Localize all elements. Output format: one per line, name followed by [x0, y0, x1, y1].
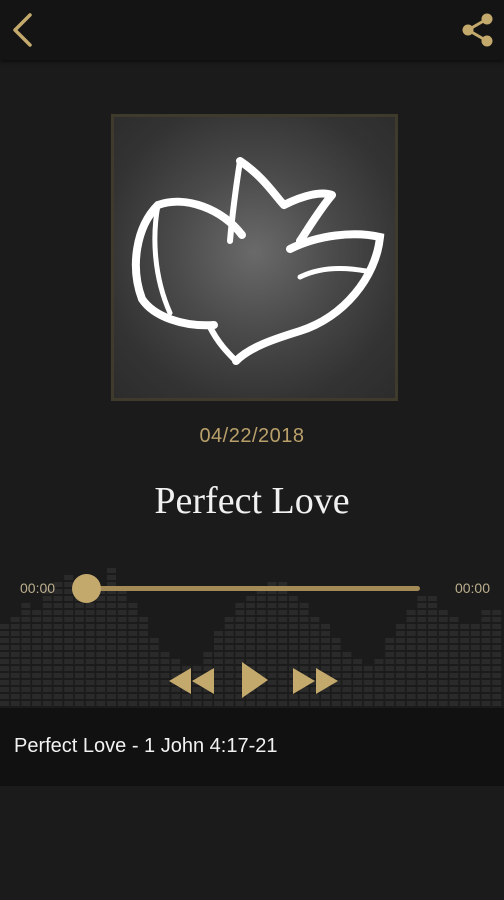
share-button[interactable] [460, 12, 496, 48]
rewind-button[interactable] [169, 668, 215, 699]
play-icon [242, 662, 268, 698]
rewind-icon [169, 668, 214, 694]
fast-forward-button[interactable] [292, 668, 338, 699]
seek-bar-track[interactable] [86, 586, 420, 591]
sermon-artwork [111, 114, 398, 401]
fast-forward-icon [293, 668, 338, 694]
back-button[interactable] [6, 10, 40, 50]
play-button[interactable] [240, 662, 270, 703]
seek-bar-thumb[interactable] [72, 574, 101, 603]
now-playing-bar[interactable]: Perfect Love - 1 John 4:17-21 [0, 708, 504, 786]
sermon-title: Perfect Love [154, 480, 350, 522]
audio-player: 00:00 00:00 [0, 560, 504, 708]
share-icon [462, 13, 493, 47]
chevron-left-icon [13, 13, 32, 47]
dove-logo-icon [131, 157, 385, 365]
now-playing-label: Perfect Love - 1 John 4:17-21 [14, 735, 278, 757]
elapsed-time: 00:00 [20, 580, 56, 596]
duration-time: 00:00 [454, 580, 490, 596]
sermon-date: 04/22/2018 [199, 425, 305, 447]
top-app-bar [0, 0, 504, 60]
